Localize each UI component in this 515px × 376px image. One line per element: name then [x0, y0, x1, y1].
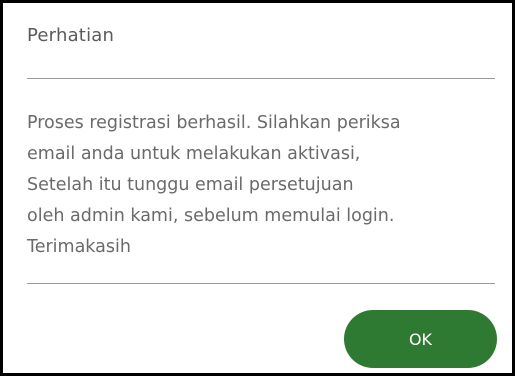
dialog-title: Perhatian: [27, 25, 115, 46]
message-divider: [27, 283, 495, 284]
dialog-message: Proses registrasi berhasil. Silahkan per…: [27, 108, 497, 263]
ok-button-label: OK: [408, 329, 433, 349]
alert-dialog: Perhatian Proses registrasi berhasil. Si…: [0, 0, 515, 376]
message-line: Setelah itu tunggu email persetujuan: [27, 175, 354, 195]
ok-button[interactable]: OK: [344, 310, 497, 368]
message-line: Proses registrasi berhasil. Silahkan per…: [27, 113, 401, 133]
message-line: Terimakasih: [27, 237, 131, 257]
title-divider: [27, 78, 495, 79]
message-line: oleh admin kami, sebelum memulai login.: [27, 206, 395, 226]
message-line: email anda untuk melakukan aktivasi,: [27, 144, 361, 164]
